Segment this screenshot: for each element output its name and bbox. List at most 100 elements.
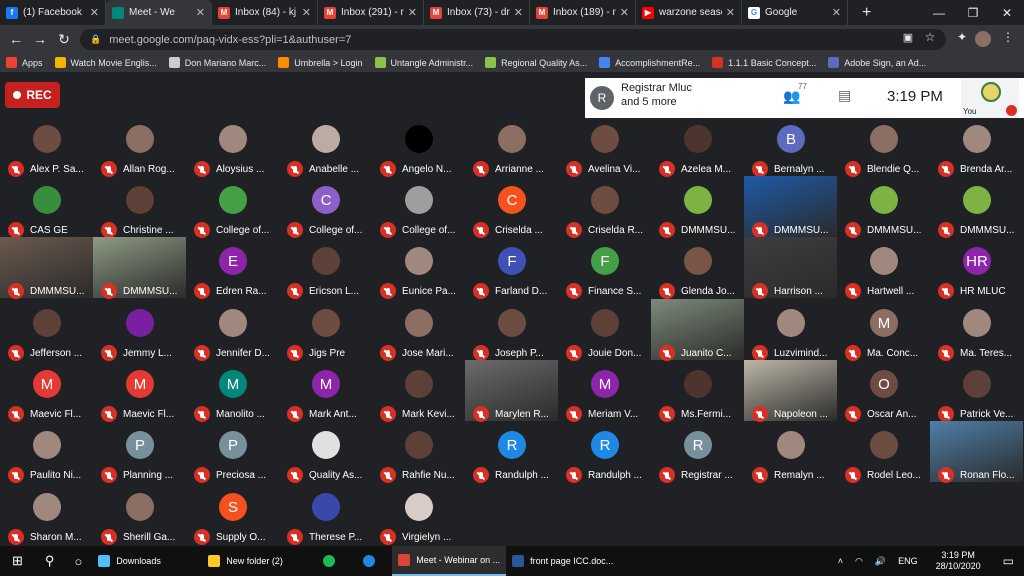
participant-tile[interactable]: M Maevic Fl...	[0, 360, 93, 422]
participant-tile[interactable]: Virgielyn ...	[372, 483, 465, 545]
bookmark-item[interactable]: Don Mariano Marc...	[163, 57, 273, 68]
participant-tile[interactable]: Brenda Ar...	[930, 115, 1023, 177]
camera-icon[interactable]: ▣	[896, 31, 920, 44]
participant-tile[interactable]: P Preciosa ...	[186, 421, 279, 483]
participant-tile[interactable]: Patrick Ve...	[930, 360, 1023, 422]
participant-tile[interactable]: Aloysius ...	[186, 115, 279, 177]
participant-tile[interactable]: R Registrar ...	[651, 421, 744, 483]
participant-tile[interactable]: P Planning ...	[93, 421, 186, 483]
wifi-icon[interactable]: ◠	[855, 556, 863, 567]
participant-tile[interactable]: DMMMSU...	[93, 237, 186, 299]
participant-tile[interactable]: DMMMSU...	[0, 237, 93, 299]
participant-tile[interactable]: Criselda R...	[558, 176, 651, 238]
bookmark-item[interactable]: Adobe Sign, an Ad...	[822, 57, 932, 68]
participant-tile[interactable]: F Farland D...	[465, 237, 558, 299]
language-indicator[interactable]: ENG	[898, 556, 918, 566]
bookmark-item[interactable]: Umbrella > Login	[272, 57, 368, 68]
profile-avatar[interactable]	[975, 31, 991, 47]
participant-tile[interactable]: College of...	[372, 176, 465, 238]
participant-tile[interactable]: M Ma. Conc...	[837, 299, 930, 361]
url-bar[interactable]: 🔒 meet.google.com/paq-vidx-ess?pli=1&aut…	[80, 29, 946, 50]
participant-tile[interactable]: CAS GE	[0, 176, 93, 238]
new-tab-button[interactable]: +	[862, 4, 871, 22]
participant-tile[interactable]: F Finance S...	[558, 237, 651, 299]
participant-tile[interactable]: E Edren Ra...	[186, 237, 279, 299]
participant-tile[interactable]: O Oscar An...	[837, 360, 930, 422]
tab-close-icon[interactable]: ✕	[514, 6, 523, 19]
participant-tile[interactable]: R Randulph ...	[558, 421, 651, 483]
participant-tile[interactable]: Paulito Ni...	[0, 421, 93, 483]
participant-tile[interactable]: HR HR MLUC	[930, 237, 1023, 299]
bookmark-item[interactable]: AccomplishmentRe...	[593, 57, 706, 68]
tray-chevron-icon[interactable]: ˄	[838, 556, 843, 566]
participant-tile[interactable]: Napoleon ...	[744, 360, 837, 422]
participant-tile[interactable]: Alex P. Sa...	[0, 115, 93, 177]
participant-tile[interactable]: Rahfie Nu...	[372, 421, 465, 483]
taskbar-item[interactable]: Downloads	[92, 546, 202, 576]
participant-tile[interactable]: Ronan Flo...	[930, 421, 1023, 483]
participant-tile[interactable]: DMMMSU...	[651, 176, 744, 238]
browser-tab[interactable]: ▶ warzone seasc ✕	[636, 0, 742, 25]
participant-tile[interactable]: Jefferson ...	[0, 299, 93, 361]
participant-tile[interactable]: M Manolito ...	[186, 360, 279, 422]
restore-button[interactable]: ❐	[956, 6, 990, 20]
participant-tile[interactable]: Remalyn ...	[744, 421, 837, 483]
participant-tile[interactable]: Jouie Don...	[558, 299, 651, 361]
taskbar-item[interactable]: front page ICC.doc...	[506, 546, 619, 576]
participant-tile[interactable]: M Maevic Fl...	[93, 360, 186, 422]
participant-tile[interactable]: Jigs Pre	[279, 299, 372, 361]
reload-icon[interactable]: ↻	[52, 31, 76, 48]
start-icon[interactable]: ⊞	[0, 546, 35, 576]
participant-tile[interactable]: B Bernalyn ...	[744, 115, 837, 177]
participant-tile[interactable]: Joseph P...	[465, 299, 558, 361]
participant-tile[interactable]: Arrianne ...	[465, 115, 558, 177]
tab-close-icon[interactable]: ✕	[302, 6, 311, 19]
tab-close-icon[interactable]: ✕	[196, 6, 205, 19]
cortana-icon[interactable]: ○	[64, 546, 92, 576]
menu-icon[interactable]: ⋮	[996, 30, 1020, 44]
participant-tile[interactable]: M Mark Ant...	[279, 360, 372, 422]
participant-tile[interactable]: DMMMSU...	[837, 176, 930, 238]
taskbar-item[interactable]	[352, 546, 392, 576]
participant-tile[interactable]: Anabelle ...	[279, 115, 372, 177]
participant-tile[interactable]: College of...	[186, 176, 279, 238]
close-window-button[interactable]: ✕	[990, 6, 1024, 20]
browser-tab[interactable]: M Inbox (73) - dr ✕	[424, 0, 530, 25]
participant-tile[interactable]: Juanito C...	[651, 299, 744, 361]
participant-tile[interactable]: Harrison ...	[744, 237, 837, 299]
participant-tile[interactable]: R Randulph ...	[465, 421, 558, 483]
participant-tile[interactable]: Eunice Pa...	[372, 237, 465, 299]
participant-tile[interactable]: C Criselda ...	[465, 176, 558, 238]
participant-tile[interactable]: Therese P...	[279, 483, 372, 545]
participant-tile[interactable]: Ms.Fermi...	[651, 360, 744, 422]
browser-tab[interactable]: Meet - We ✕	[106, 0, 212, 25]
bookmark-item[interactable]: Regional Quality As...	[479, 57, 593, 68]
tab-close-icon[interactable]: ✕	[832, 6, 841, 19]
bookmark-item[interactable]: Untangle Administr...	[369, 57, 480, 68]
participant-tile[interactable]: DMMMSU...	[744, 176, 837, 238]
participant-tile[interactable]: Allan Rog...	[93, 115, 186, 177]
clock[interactable]: 3:19 PM 28/10/2020	[936, 550, 981, 572]
taskbar-item[interactable]	[312, 546, 352, 576]
participant-tile[interactable]: C College of...	[279, 176, 372, 238]
tab-close-icon[interactable]: ✕	[90, 6, 99, 19]
participant-tile[interactable]: Hartwell ...	[837, 237, 930, 299]
browser-tab[interactable]: G Google ✕	[742, 0, 848, 25]
back-icon[interactable]: ←	[4, 31, 28, 47]
self-view-tile[interactable]: You	[961, 78, 1019, 118]
participant-tile[interactable]: Blendie Q...	[837, 115, 930, 177]
forward-icon[interactable]: →	[28, 31, 52, 47]
taskbar-item[interactable]: New folder (2)	[202, 546, 312, 576]
participant-tile[interactable]: Jose Mari...	[372, 299, 465, 361]
participant-tile[interactable]: Sharon M...	[0, 483, 93, 545]
minimize-button[interactable]: —	[922, 6, 956, 20]
bookmark-item[interactable]: Apps	[0, 57, 49, 68]
participant-tile[interactable]: Azelea M...	[651, 115, 744, 177]
participant-tile[interactable]: DMMMSU...	[930, 176, 1023, 238]
browser-tab[interactable]: M Inbox (189) - r ✕	[530, 0, 636, 25]
participant-tile[interactable]: Ericson L...	[279, 237, 372, 299]
browser-tab[interactable]: M Inbox (291) - r ✕	[318, 0, 424, 25]
participant-tile[interactable]: Glenda Jo...	[651, 237, 744, 299]
participant-tile[interactable]: Angelo N...	[372, 115, 465, 177]
taskbar-item[interactable]: Meet - Webinar on ...	[392, 546, 507, 576]
